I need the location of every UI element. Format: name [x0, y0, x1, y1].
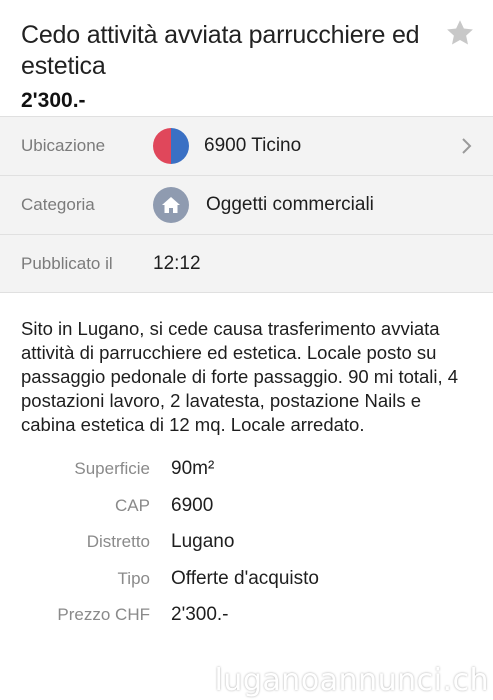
- listing-description: Sito in Lugano, si cede causa trasferime…: [21, 318, 459, 435]
- detail-row-area: Superficie 90m²: [0, 451, 493, 488]
- detail-row-price: Prezzo CHF 2'300.-: [0, 597, 493, 634]
- category-row: Categoria Oggetti commerciali: [0, 175, 493, 234]
- category-value: Oggetti commerciali: [206, 194, 374, 215]
- location-label: Ubicazione: [21, 136, 106, 155]
- detail-label: CAP: [115, 495, 150, 515]
- detail-label: Prezzo CHF: [57, 605, 150, 625]
- detail-value: 90m²: [171, 458, 215, 480]
- category-label: Categoria: [21, 195, 95, 214]
- listing-header: Cedo attività avviata parrucchiere ed es…: [0, 0, 493, 116]
- detail-label: Tipo: [117, 568, 150, 588]
- detail-value: 6900: [171, 494, 214, 516]
- published-row: Pubblicato il 12:12: [0, 234, 493, 293]
- site-watermark: luganoannunci.ch: [214, 663, 489, 698]
- details-table: Superficie 90m² CAP 6900 Distretto Lugan…: [0, 451, 493, 634]
- location-row[interactable]: Ubicazione 6900 Ticino: [0, 116, 493, 175]
- published-value: 12:12: [153, 252, 201, 274]
- listing-price: 2'300.-: [21, 89, 86, 112]
- home-icon: [153, 187, 189, 223]
- canton-flag-icon: [153, 128, 189, 164]
- detail-label: Superficie: [74, 459, 150, 479]
- location-value: 6900 Ticino: [204, 135, 302, 156]
- chevron-right-icon[interactable]: [461, 137, 473, 155]
- detail-value: 2'300.-: [171, 604, 229, 626]
- star-icon[interactable]: [445, 18, 475, 48]
- detail-label: Distretto: [86, 532, 150, 552]
- detail-value: Offerte d'acquisto: [171, 567, 319, 589]
- listing-title: Cedo attività avviata parrucchiere ed es…: [21, 21, 420, 80]
- detail-row-type: Tipo Offerte d'acquisto: [0, 561, 493, 598]
- detail-row-postcode: CAP 6900: [0, 488, 493, 525]
- detail-row-district: Distretto Lugano: [0, 524, 493, 561]
- detail-value: Lugano: [171, 531, 235, 553]
- published-label: Pubblicato il: [21, 253, 113, 273]
